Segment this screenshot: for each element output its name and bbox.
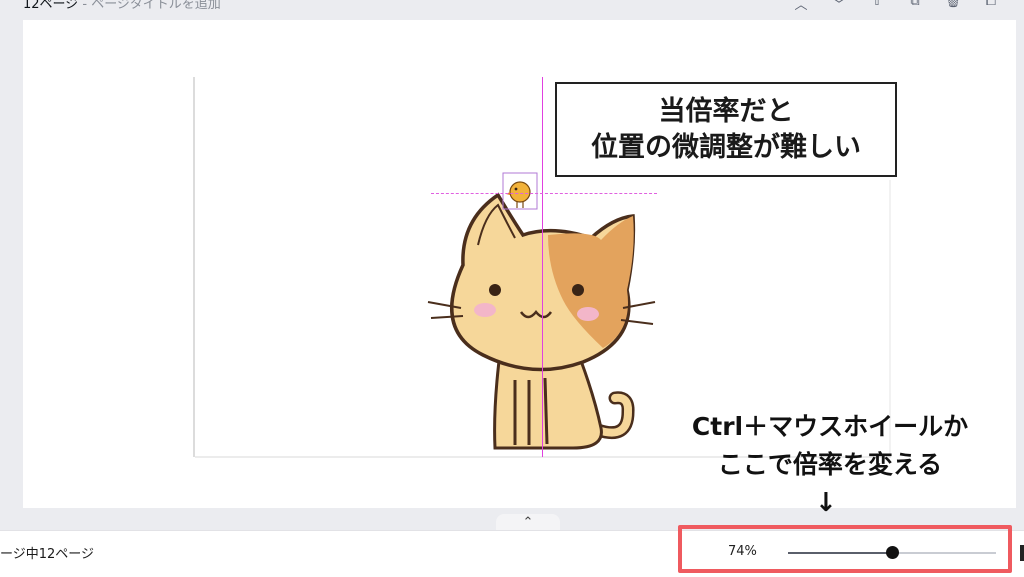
chevron-down-icon[interactable]: ﹀ (820, 0, 858, 13)
annotation-line: Ctrl＋マウスホイールか (691, 412, 969, 441)
add-page-icon[interactable]: ⧠ (972, 0, 1010, 13)
down-arrow-icon: ↓ (815, 488, 837, 518)
alignment-guide (542, 77, 543, 457)
zoom-annotation: Ctrl＋マウスホイールか ここで倍率を変える (650, 408, 1010, 484)
zoom-highlight-frame (678, 525, 1012, 573)
panel-edge (1020, 545, 1024, 561)
callout-box[interactable]: 当倍率だと 位置の微調整が難しい (555, 82, 897, 177)
page-title-placeholder[interactable]: - ページタイトルを追加 (78, 0, 220, 12)
page-count[interactable]: ージ中12ページ (0, 543, 94, 562)
chevron-up-icon: ⌃ (522, 515, 534, 530)
canvas-page[interactable]: 当倍率だと 位置の微調整が難しい Ctrl＋マウスホイールか ここで倍率を変える… (23, 20, 1016, 518)
bird-sticker[interactable] (502, 172, 538, 210)
page-title[interactable]: 12ページ - ページタイトルを追加 (23, 0, 221, 12)
callout-line: 位置の微調整が難しい (591, 131, 861, 163)
annotation-line: ここで倍率を変える (717, 450, 943, 479)
page-header: 12ページ - ページタイトルを追加 ︿ ﹀ ⇧ ⧉ 🗑︎ ⧠ (0, 0, 1024, 20)
chevron-up-icon[interactable]: ︿ (782, 0, 820, 13)
page-actions: ︿ ﹀ ⇧ ⧉ 🗑︎ ⧠ (782, 0, 1010, 13)
artboard-edge (193, 77, 195, 457)
export-page-icon[interactable]: ⇧ (858, 0, 896, 13)
footer-bar: ージ中12ページ 74% (0, 525, 1024, 577)
alignment-guide (431, 193, 657, 194)
page-number: 12ページ (23, 0, 79, 12)
duplicate-page-icon[interactable]: ⧉ (896, 0, 934, 13)
callout-line: 当倍率だと (658, 95, 794, 127)
cat-illustration[interactable] (423, 190, 663, 460)
delete-page-icon[interactable]: 🗑︎ (934, 0, 972, 13)
